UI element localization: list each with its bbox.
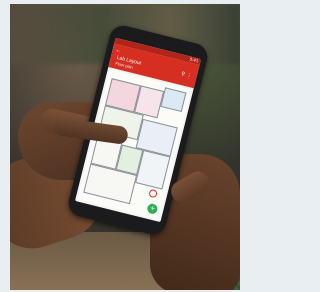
image-frame: 5:41 ← Lab Layout Floor plan ⚲⋮ + [0, 0, 248, 292]
photo: 5:41 ← Lab Layout Floor plan ⚲⋮ + [10, 4, 240, 290]
more-icon[interactable]: ⋮ [186, 72, 194, 80]
plan-room[interactable] [160, 87, 187, 113]
app-bar-actions: ⚲⋮ [180, 71, 194, 80]
